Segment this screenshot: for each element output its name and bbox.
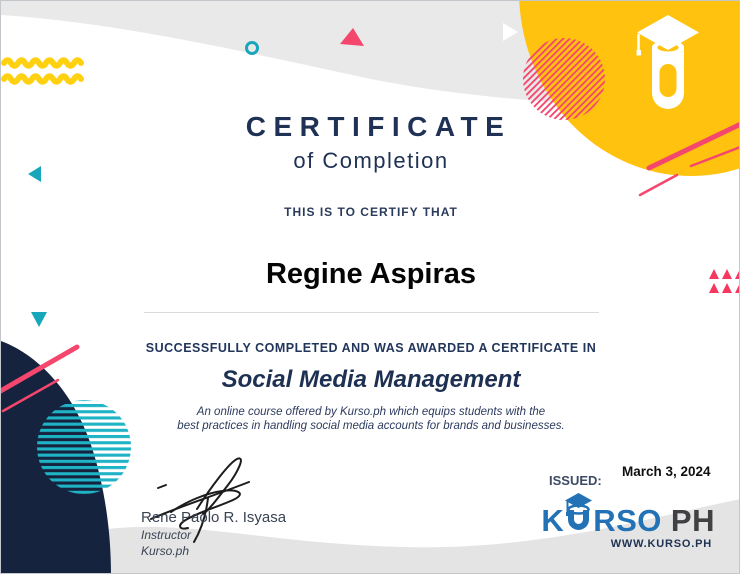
brand-website: WWW.KURSO.PH (610, 538, 712, 550)
award-line: SUCCESSFULLY COMPLETED AND WAS AWARDED A… (145, 341, 597, 355)
issued-date: March 3, 2024 (622, 464, 711, 479)
certificate-title: CERTIFICATE (245, 111, 512, 142)
logo-letters-rso: RSO (593, 503, 662, 538)
certify-line: THIS IS TO CERTIFY THAT (284, 205, 458, 219)
issued-label: ISSUED: (549, 473, 602, 488)
certificate-page: CERTIFICATE of Completion THIS IS TO CER… (0, 0, 740, 574)
teal-triangles (28, 166, 47, 327)
certificate-subtitle: of Completion (293, 148, 449, 173)
divider-line (144, 312, 599, 313)
yellow-squiggles (1, 57, 84, 85)
recipient-name: Regine Aspiras (265, 258, 477, 290)
course-description: An online course offered by Kurso.ph whi… (1, 405, 739, 433)
course-description-line1: An online course offered by Kurso.ph whi… (196, 406, 546, 418)
course-title: Social Media Management (221, 366, 521, 393)
kurso-logo: K RSO PH (541, 493, 715, 538)
pink-striped-circle (523, 38, 605, 120)
signatory-organization: Kurso.ph (141, 544, 190, 558)
course-description-line2: best practices in handling social media … (177, 420, 565, 432)
logo-letter-k: K (541, 503, 565, 538)
signatory-role: Instructor (141, 528, 192, 542)
logo-letters-ph: PH (670, 503, 715, 538)
logo-graduation-cap-icon (565, 493, 593, 530)
signatory-name: Rene Paolo R. Isyasa (141, 509, 287, 526)
